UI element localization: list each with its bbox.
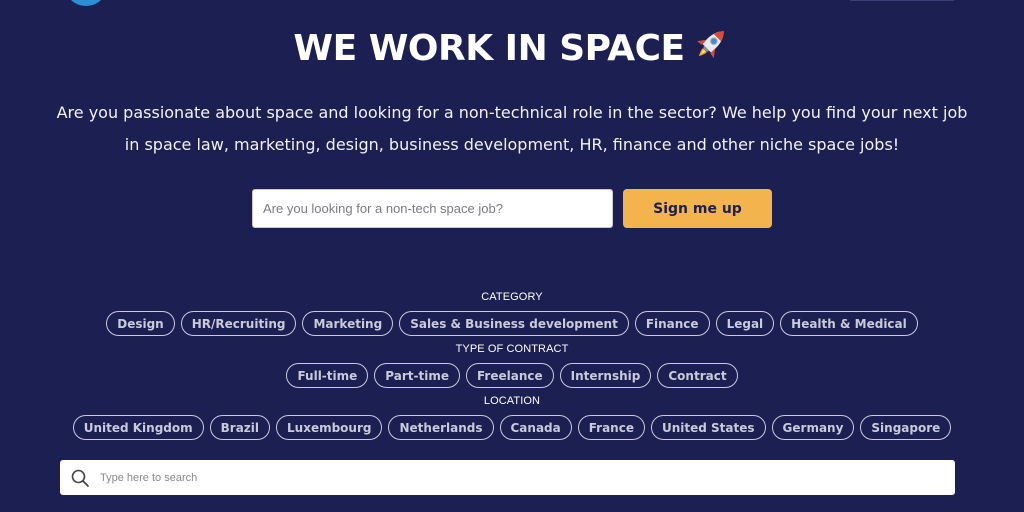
- chip-category-hr-recruiting[interactable]: HR/Recruiting: [180, 311, 297, 336]
- chip-location-france[interactable]: France: [577, 415, 645, 440]
- chip-contract-part-time[interactable]: Part-time: [374, 363, 460, 388]
- signup-form: Sign me up: [252, 189, 772, 228]
- category-label: CATEGORY: [481, 291, 543, 303]
- rocket-icon: [696, 31, 724, 59]
- chip-location-singapore[interactable]: Singapore: [860, 415, 952, 440]
- chip-contract-freelance[interactable]: Freelance: [465, 363, 554, 388]
- chip-category-design[interactable]: Design: [106, 311, 175, 336]
- nav-divider: [850, 0, 954, 1]
- search-icon: [71, 469, 89, 487]
- contract-label: TYPE OF CONTRACT: [455, 343, 569, 355]
- page-title: WE WORK IN SPACE: [0, 24, 1024, 72]
- chip-location-canada[interactable]: Canada: [499, 415, 572, 440]
- chip-location-germany[interactable]: Germany: [771, 415, 855, 440]
- chip-location-brazil[interactable]: Brazil: [209, 415, 271, 440]
- contract-chips: Full-time Part-time Freelance Internship…: [0, 363, 1024, 388]
- chip-contract-full-time[interactable]: Full-time: [286, 363, 369, 388]
- search-input[interactable]: [98, 461, 955, 494]
- chip-category-health-medical[interactable]: Health & Medical: [780, 311, 918, 336]
- site-logo[interactable]: [64, 0, 108, 6]
- intro-text: Are you passionate about space and looki…: [56, 103, 968, 154]
- chip-location-luxembourg[interactable]: Luxembourg: [276, 415, 383, 440]
- chip-location-united-states[interactable]: United States: [650, 415, 766, 440]
- chip-category-marketing[interactable]: Marketing: [302, 311, 394, 336]
- job-search-bar: [60, 460, 955, 495]
- signup-input[interactable]: [252, 189, 613, 228]
- location-label: LOCATION: [483, 395, 541, 407]
- chip-location-netherlands[interactable]: Netherlands: [388, 415, 494, 440]
- chip-category-finance[interactable]: Finance: [634, 311, 710, 336]
- page: WE WORK IN SPACE Are you passionate abou…: [0, 0, 1024, 512]
- category-chips: Design HR/Recruiting Marketing Sales & B…: [0, 311, 1024, 336]
- chip-category-legal[interactable]: Legal: [715, 311, 775, 336]
- chip-contract-contract[interactable]: Contract: [657, 363, 738, 388]
- chip-location-united-kingdom[interactable]: United Kingdom: [72, 415, 204, 440]
- page-title-text: WE WORK IN SPACE: [293, 28, 685, 69]
- chip-contract-internship[interactable]: Internship: [559, 363, 652, 388]
- location-chips: United Kingdom Brazil Luxembourg Netherl…: [0, 415, 1024, 440]
- chip-category-sales-business-development[interactable]: Sales & Business development: [399, 311, 629, 336]
- sign-up-button[interactable]: Sign me up: [623, 189, 772, 228]
